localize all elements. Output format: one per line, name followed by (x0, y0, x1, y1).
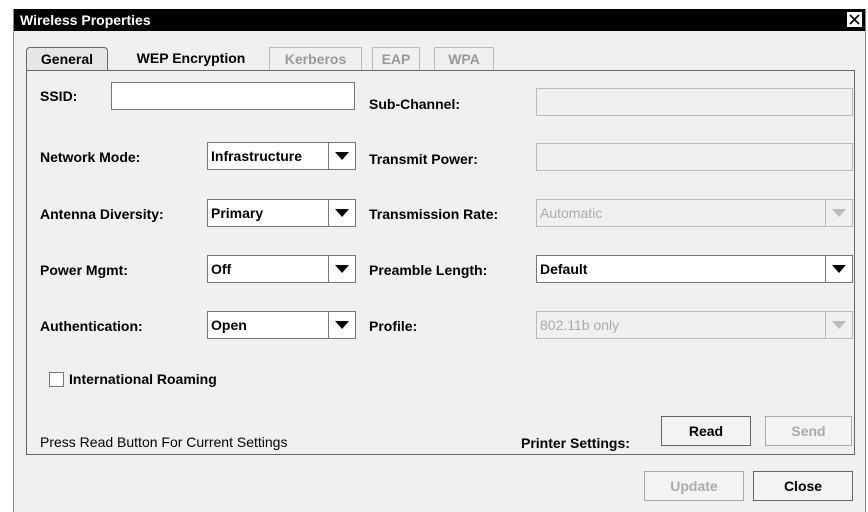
title-bar: Wireless Properties (14, 9, 865, 31)
update-button: Update (644, 471, 744, 501)
chevron-down-icon (825, 200, 852, 226)
profile-select: 802.11b only (536, 311, 853, 339)
ssid-label: SSID: (40, 88, 78, 104)
international-roaming-label: International Roaming (69, 371, 217, 387)
network-mode-label: Network Mode: (40, 149, 141, 165)
preamble-length-value: Default (540, 261, 588, 277)
tab-eap: EAP (372, 47, 420, 71)
tab-general[interactable]: General (26, 47, 108, 71)
read-button[interactable]: Read (661, 416, 751, 446)
transmission-rate-select: Automatic (536, 199, 853, 227)
tab-wpa: WPA (434, 47, 494, 71)
profile-label: Profile: (369, 318, 418, 334)
international-roaming-checkbox[interactable] (49, 372, 64, 387)
chevron-down-icon[interactable] (328, 200, 355, 226)
authentication-label: Authentication: (40, 318, 143, 334)
chevron-down-icon[interactable] (825, 256, 852, 282)
tab-kerberos: Kerberos (269, 47, 362, 71)
chevron-down-icon (825, 312, 852, 338)
preamble-length-label: Preamble Length: (369, 262, 488, 278)
antenna-diversity-select[interactable]: Primary (207, 199, 356, 227)
antenna-diversity-value: Primary (211, 205, 264, 221)
network-mode-value: Infrastructure (211, 148, 303, 164)
antenna-diversity-label: Antenna Diversity: (40, 206, 164, 222)
preamble-length-select[interactable]: Default (536, 255, 853, 283)
send-button: Send (765, 416, 852, 446)
transmit-power-field (536, 143, 853, 171)
power-mgmt-label: Power Mgmt: (40, 262, 128, 278)
authentication-value: Open (211, 317, 247, 333)
authentication-select[interactable]: Open (207, 311, 356, 339)
close-button[interactable]: Close (753, 471, 853, 501)
chevron-down-icon[interactable] (328, 143, 355, 169)
general-panel: SSID: Network Mode: Infrastructure Anten… (26, 70, 855, 455)
power-mgmt-value: Off (211, 261, 232, 277)
transmit-power-label: Transmit Power: (369, 151, 478, 167)
window-title: Wireless Properties (20, 12, 151, 28)
power-mgmt-select[interactable]: Off (207, 255, 356, 283)
printer-settings-label: Printer Settings: (521, 435, 630, 451)
tab-wep-encryption[interactable]: WEP Encryption (118, 47, 264, 71)
network-mode-select[interactable]: Infrastructure (207, 142, 356, 170)
transmission-rate-label: Transmission Rate: (369, 206, 499, 222)
transmission-rate-value: Automatic (540, 205, 603, 221)
status-message: Press Read Button For Current Settings (40, 434, 288, 450)
chevron-down-icon[interactable] (328, 312, 355, 338)
profile-value: 802.11b only (540, 317, 620, 333)
close-window-icon[interactable] (847, 12, 862, 27)
sub-channel-field (536, 88, 853, 116)
wireless-properties-window: Wireless Properties General WEP Encrypti… (13, 9, 866, 512)
sub-channel-label: Sub-Channel: (369, 96, 460, 112)
chevron-down-icon[interactable] (328, 256, 355, 282)
ssid-input[interactable] (111, 82, 355, 110)
